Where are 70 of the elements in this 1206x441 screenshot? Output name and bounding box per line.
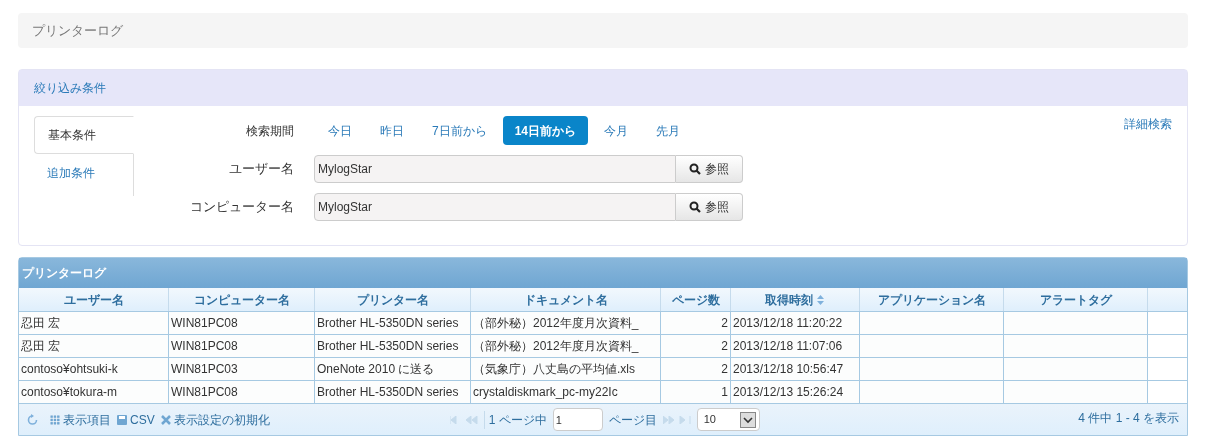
reset-button[interactable]: 表示設定の初期化	[160, 410, 270, 429]
grid-icon	[50, 414, 60, 425]
column-label: コンピューター名	[193, 291, 290, 309]
period-button[interactable]: 7日前から	[420, 116, 499, 145]
first-page-icon[interactable]	[449, 415, 478, 424]
column-header[interactable]: 取得時刻	[731, 288, 860, 311]
table-cell: crystaldiskmark_pc-my22Ic	[471, 381, 661, 403]
table-cell: Brother HL-5350DN series	[315, 381, 471, 403]
page-title: プリンターログ	[32, 21, 123, 40]
table-cell: WIN81PC08	[169, 381, 315, 403]
period-button[interactable]: 先月	[644, 116, 693, 145]
column-header[interactable]: アプリケーション名	[860, 288, 1004, 311]
refresh-icon[interactable]	[27, 413, 38, 426]
column-label: アラートタグ	[1039, 291, 1112, 309]
table-cell: 2013/12/18 11:07:06	[731, 335, 860, 357]
column-label: プリンター名	[356, 291, 429, 309]
text-field[interactable]: MylogStar	[314, 193, 676, 221]
table-cell: Brother HL-5350DN series	[315, 335, 471, 357]
column-header[interactable]: ユーザー名	[19, 288, 169, 311]
search-icon	[689, 163, 701, 175]
period-button[interactable]: 今月	[592, 116, 641, 145]
table-cell: Brother HL-5350DN series	[315, 312, 471, 334]
period-label: 検索期間	[245, 122, 295, 140]
column-header[interactable]: ドキュメント名	[471, 288, 661, 311]
column-label: ユーザー名	[63, 291, 124, 309]
close-icon	[160, 414, 171, 425]
grid-title: プリンターログ	[22, 265, 106, 282]
column-label: アプリケーション名	[877, 291, 986, 309]
browse-button[interactable]: 参照	[676, 155, 743, 183]
page-suffix: ページ目	[608, 411, 657, 429]
side-tab[interactable]: 基本条件	[34, 116, 134, 154]
page-size-select[interactable]: 10	[696, 408, 760, 431]
field-label: ユーザー名	[228, 160, 295, 179]
column-header[interactable]: プリンター名	[315, 288, 471, 311]
column-header[interactable]: コンピューター名	[169, 288, 315, 311]
table-cell: 忍田 宏	[19, 312, 169, 334]
search-icon	[689, 201, 701, 213]
table-cell: 2013/12/18 11:20:22	[731, 312, 860, 334]
table-cell: WIN81PC08	[169, 312, 315, 334]
column-header[interactable]: アラートタグ	[1004, 288, 1148, 311]
period-button[interactable]: 今日	[316, 116, 364, 145]
column-label: 取得時刻	[765, 291, 813, 309]
table-cell: contoso¥tokura-m	[19, 381, 169, 403]
sort-icon	[816, 294, 825, 305]
column-header[interactable]: ページ数	[661, 288, 731, 311]
browse-button[interactable]: 参照	[676, 193, 743, 221]
period-button[interactable]: 14日前から	[502, 116, 589, 145]
side-tab[interactable]: 追加条件	[34, 154, 133, 192]
table-cell: OneNote 2010 に送る	[315, 358, 471, 380]
columns-button[interactable]: 表示項目	[50, 410, 111, 429]
advanced-search-link[interactable]: 詳細検索	[1124, 115, 1172, 133]
page-input[interactable]: 1	[552, 408, 603, 431]
table-cell: 2013/12/18 10:56:47	[731, 358, 860, 380]
next-page-icon[interactable]	[662, 415, 691, 424]
column-label: ページ数	[671, 291, 720, 309]
csv-button[interactable]: CSV	[117, 410, 155, 429]
text-field[interactable]: MylogStar	[314, 155, 676, 183]
table-cell: 2013/12/13 15:26:24	[731, 381, 860, 403]
table-cell: contoso¥ohtsuki-k	[19, 358, 169, 380]
filter-title: 絞り込み条件	[34, 80, 106, 97]
column-label: ドキュメント名	[523, 291, 608, 309]
table-cell: WIN81PC08	[169, 335, 315, 357]
table-cell: WIN81PC03	[169, 358, 315, 380]
dropdown-icon	[739, 411, 756, 428]
table-cell: 忍田 宏	[19, 335, 169, 357]
page-prefix: 1 ページ中	[483, 410, 547, 429]
save-icon	[117, 414, 127, 425]
record-summary: 4 件中 1 - 4 を表示	[1078, 410, 1179, 427]
period-button[interactable]: 昨日	[368, 116, 416, 145]
field-label: コンピューター名	[189, 198, 295, 217]
